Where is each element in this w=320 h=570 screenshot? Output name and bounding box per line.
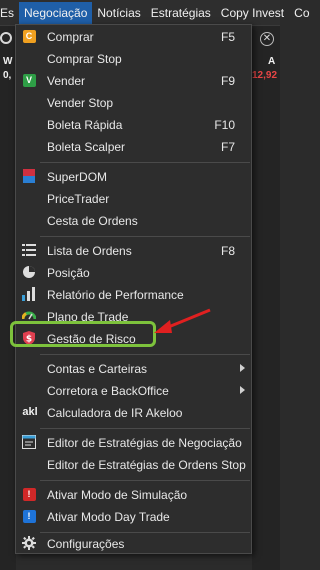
left-value: 0,	[3, 70, 12, 81]
menu-item-superdom[interactable]: SuperDOM	[17, 166, 251, 188]
menu-item-label: Boleta Rápida	[47, 118, 123, 132]
left-ticker: W	[3, 56, 13, 67]
menu-item-vender-stop[interactable]: Vender Stop	[17, 92, 251, 114]
menu-item-label: Editor de Estratégias de Negociação	[47, 436, 242, 450]
shortcut: F10	[214, 118, 235, 132]
right-value: 12,92	[252, 70, 278, 81]
menu-estrategias[interactable]: Estratégias	[146, 2, 216, 24]
menu-item-label: Ativar Modo Day Trade	[47, 510, 170, 524]
shortcut: F7	[220, 140, 235, 154]
separator	[40, 428, 250, 429]
menu-item-calculadora-ir[interactable]: akl Calculadora de IR Akeloo	[17, 402, 251, 424]
annotation-arrow-icon	[154, 308, 211, 333]
negociacao-dropdown: C Comprar F5 Comprar Stop V Vender F9 Ve…	[15, 24, 252, 554]
shortcut: F8	[220, 244, 235, 258]
akeloo-logo-text: akl	[22, 406, 38, 418]
menu-item-modo-simulacao[interactable]: ! Ativar Modo de Simulação	[17, 484, 251, 506]
gestao-risco-highlight-box	[10, 321, 156, 347]
vender-badge: V	[22, 73, 36, 87]
menu-item-cesta-ordens[interactable]: Cesta de Ordens	[17, 210, 251, 232]
separator	[40, 236, 250, 237]
search-icon[interactable]	[0, 32, 12, 44]
menu-item-label: Lista de Ordens	[47, 244, 132, 258]
gear-icon	[22, 536, 36, 550]
menu-item-contas-carteiras[interactable]: Contas e Carteiras	[17, 358, 251, 380]
bar-chart-icon	[22, 287, 36, 301]
menu-es[interactable]: Es	[0, 2, 19, 24]
menu-bar: Es Negociação Notícias Estratégias Copy …	[0, 0, 310, 26]
menu-co[interactable]: Co	[289, 2, 314, 24]
menu-item-label: Vender	[47, 74, 86, 88]
akeloo-logo-icon: akl	[20, 405, 40, 419]
submenu-arrow-icon	[240, 386, 245, 394]
daytrade-badge: !	[22, 509, 36, 523]
menu-item-label: SuperDOM	[47, 170, 108, 184]
pie-chart-icon	[22, 265, 36, 279]
menu-item-label: Boleta Scalper	[47, 140, 126, 154]
warning-blue-icon: !	[22, 509, 36, 523]
menu-item-label: Comprar Stop	[47, 52, 122, 66]
menu-item-label: Relatório de Performance	[47, 288, 184, 302]
menu-item-label: Calculadora de IR Akeloo	[47, 406, 183, 420]
menu-item-configuracoes[interactable]: Configurações	[17, 533, 251, 555]
list-icon	[22, 243, 36, 257]
menu-item-label: Cesta de Ordens	[47, 214, 138, 228]
menu-item-editor-stop[interactable]: Editor de Estratégias de Ordens Stop	[17, 454, 251, 476]
separator	[40, 162, 250, 163]
menu-item-corretora[interactable]: Corretora e BackOffice	[17, 380, 251, 402]
separator	[40, 354, 250, 355]
comprar-icon: C	[22, 29, 36, 43]
menu-item-lista-ordens[interactable]: Lista de Ordens F8	[17, 240, 251, 262]
menu-item-label: Vender Stop	[47, 96, 114, 110]
menu-item-boleta-rapida[interactable]: Boleta Rápida F10	[17, 114, 251, 136]
shortcut: F9	[220, 74, 235, 88]
menu-item-label: Editor de Estratégias de Ordens Stop	[47, 458, 246, 472]
menu-item-posicao[interactable]: Posição	[17, 262, 251, 284]
menu-item-vender[interactable]: V Vender F9	[17, 70, 251, 92]
menu-item-comprar[interactable]: C Comprar F5	[17, 26, 251, 48]
background-left-panel: W 0,	[0, 26, 16, 570]
superdom-icon	[22, 169, 36, 183]
menu-copy-invest[interactable]: Copy Invest	[216, 2, 289, 24]
menu-item-label: Comprar	[47, 30, 94, 44]
simulacao-badge: !	[22, 487, 36, 501]
separator	[40, 480, 250, 481]
shortcut: F5	[220, 30, 235, 44]
warning-red-icon: !	[22, 487, 36, 501]
menu-item-editor-estrategias[interactable]: Editor de Estratégias de Negociação	[17, 432, 251, 454]
menu-negociacao[interactable]: Negociação	[19, 1, 93, 24]
menu-item-label: Contas e Carteiras	[47, 362, 148, 376]
comprar-badge: C	[22, 29, 36, 43]
menu-item-label: Ativar Modo de Simulação	[47, 488, 188, 502]
menu-noticias[interactable]: Notícias	[92, 2, 145, 24]
vender-icon: V	[22, 73, 36, 87]
menu-item-boleta-scalper[interactable]: Boleta Scalper F7	[17, 136, 251, 158]
menu-item-relatorio[interactable]: Relatório de Performance	[17, 284, 251, 306]
menu-item-label: Posição	[47, 266, 90, 280]
menu-item-pricetrader[interactable]: PriceTrader	[17, 188, 251, 210]
close-icon[interactable]: ✕	[260, 32, 274, 46]
menu-item-comprar-stop[interactable]: Comprar Stop	[17, 48, 251, 70]
menu-item-label: Configurações	[47, 537, 125, 551]
right-ticker: A	[268, 56, 276, 67]
menu-item-modo-daytrade[interactable]: ! Ativar Modo Day Trade	[17, 506, 251, 528]
editor-icon	[22, 435, 36, 449]
background-right-panel: ✕ A 12,92	[252, 26, 280, 570]
submenu-arrow-icon	[240, 364, 245, 372]
menu-item-label: PriceTrader	[47, 192, 110, 206]
menu-item-label: Corretora e BackOffice	[47, 384, 169, 398]
